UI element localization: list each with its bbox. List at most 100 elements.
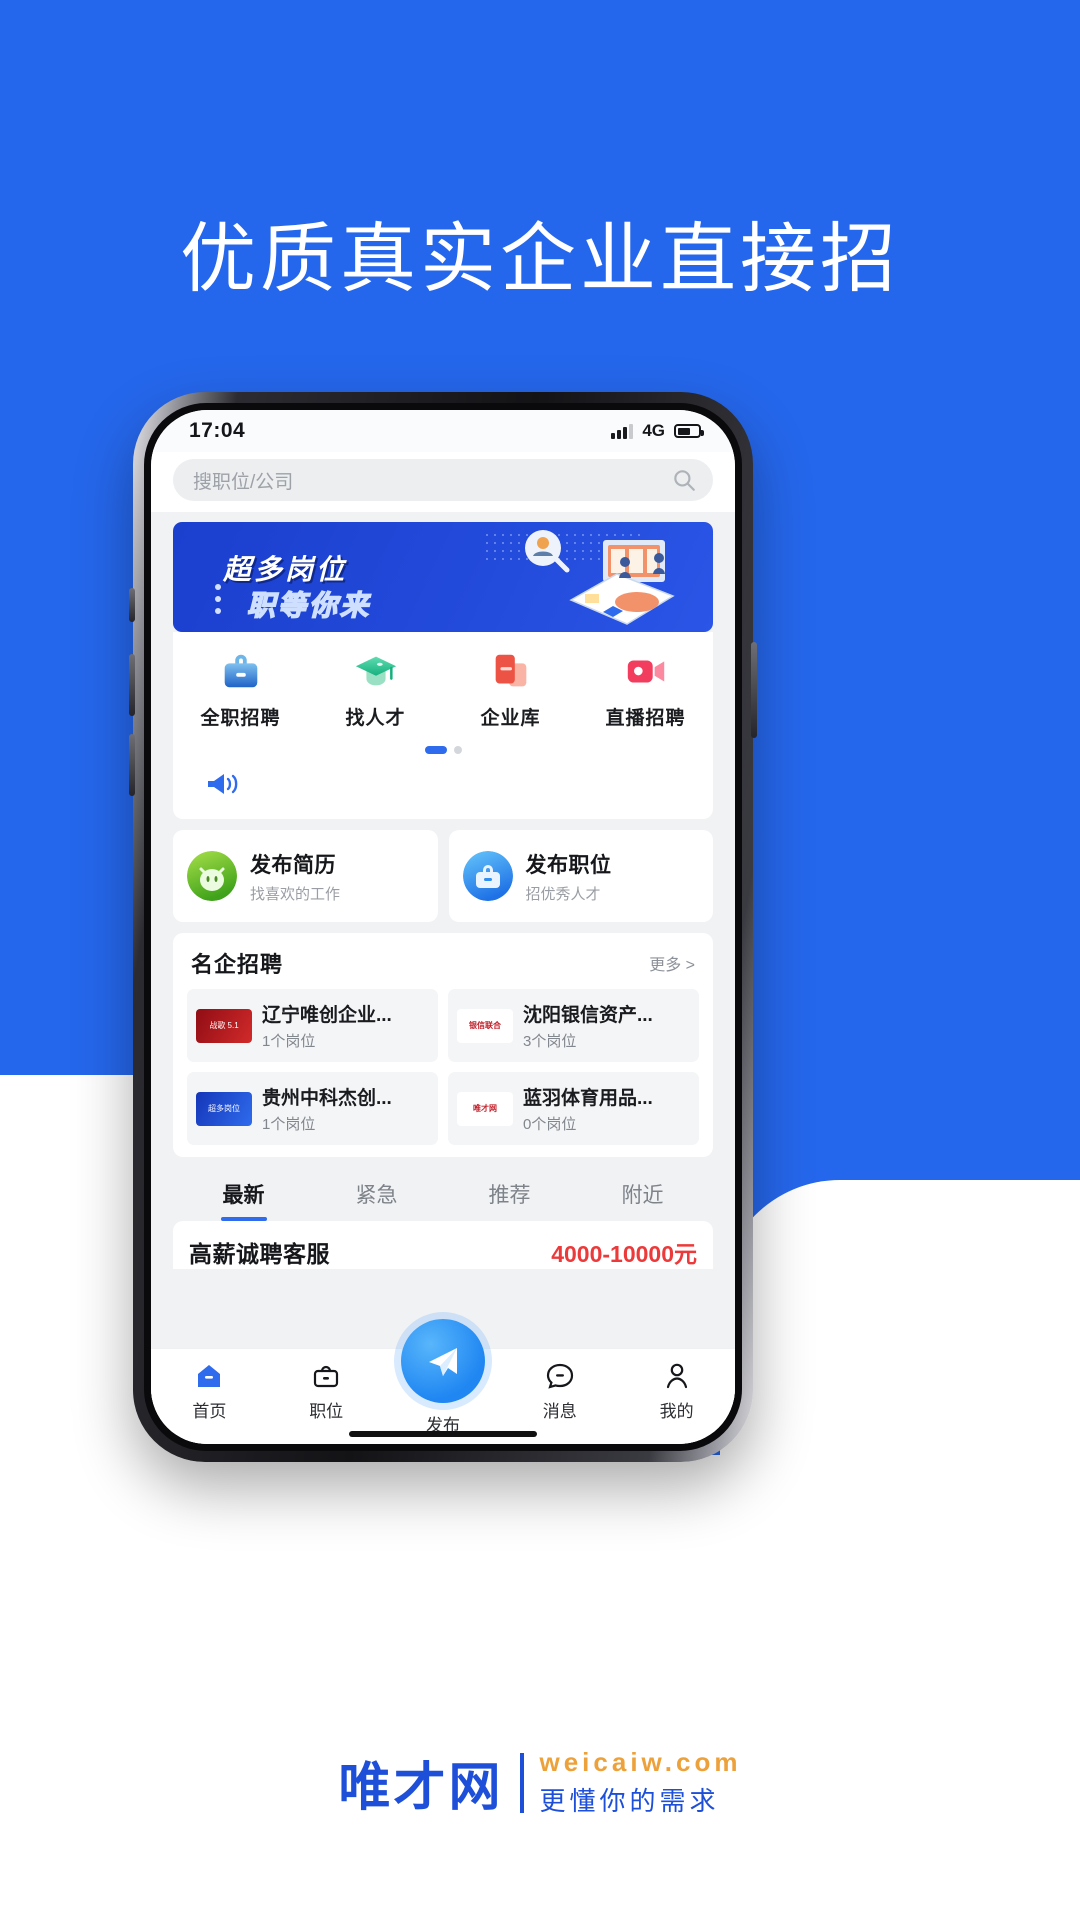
company-meta: 蓝羽体育用品... 0个岗位 [523,1083,653,1134]
job-filter-tabs: 最新 紧急 推荐 附近 [151,1169,735,1221]
quick-links-card: 全职招聘 找人才 企业库 直播招聘 [173,632,713,819]
post-job-briefcase-icon [462,851,513,901]
company-meta: 辽宁唯创企业... 1个岗位 [262,1000,392,1051]
more-link[interactable]: 更多 > [649,951,695,975]
person-icon [666,1363,687,1389]
tab-latest[interactable]: 最新 [177,1179,310,1221]
brand-slogan: 更懂你的需求 [539,1786,720,1816]
job-list: 高薪诚聘客服 4000-10000元 [173,1221,713,1269]
action-card-post-job[interactable]: 发布职位 招优秀人才 [448,830,713,922]
resume-pig-icon [187,851,237,901]
search-placeholder: 搜职位/公司 [193,471,294,493]
company-logo: 超多岗位 [196,1091,252,1126]
quick-link-full-time[interactable]: 全职招聘 [173,648,308,730]
phone-screen: 17:04 4G 搜职位/公司 超多岗位 职等你来 全职招聘 找人才 企业库 直… [151,410,735,1444]
page-headline: 优质真实企业直接招 [180,217,900,302]
company-meta: 沈阳银信资产... 3个岗位 [523,1000,653,1051]
nav-label: 职位 [309,1402,344,1421]
quick-link-label: 企业库 [480,708,541,729]
section-title: 名企招聘 [191,952,284,977]
tab-label: 推荐 [488,1184,531,1207]
battery-icon [674,424,704,438]
company-job-count: 0个岗位 [523,1116,577,1133]
action-cards: 发布简历 找喜欢的工作 发布职位 招优秀人才 [173,830,713,922]
nav-label: 我的 [659,1402,694,1421]
famous-company-grid: 战歌 5.1 辽宁唯创企业... 1个岗位 银信联合 沈阳银信资产... 3个岗… [187,989,699,1145]
home-indicator [349,1431,537,1437]
company-job-count: 1个岗位 [262,1116,316,1133]
nav-item-home[interactable]: 首页 [151,1361,268,1422]
bottom-navigation: 首页 职位 发布 消息 我的 [151,1319,735,1444]
phone-button-mute [129,588,135,622]
company-card[interactable]: 银信联合 沈阳银信资产... 3个岗位 [448,989,699,1062]
tab-label: 附近 [621,1184,664,1207]
megaphone-icon [208,774,238,794]
promo-banner[interactable]: 超多岗位 职等你来 [173,522,713,632]
app-scroll-body[interactable]: 超多岗位 职等你来 全职招聘 找人才 企业库 直播招聘 发布简历 找喜欢的工作 … [151,512,735,1444]
action-card-post-resume[interactable]: 发布简历 找喜欢的工作 [173,830,438,922]
tab-label: 最新 [222,1184,265,1207]
company-meta: 贵州中科杰创... 1个岗位 [262,1083,392,1134]
nav-label: 首页 [192,1402,227,1421]
tab-urgent[interactable]: 紧急 [310,1179,443,1221]
tab-recommended[interactable]: 推荐 [443,1179,576,1221]
nav-item-profile[interactable]: 我的 [618,1361,735,1422]
action-card-title: 发布简历 [250,853,336,877]
carousel-dot-active[interactable] [424,746,447,754]
phone-bezel: 17:04 4G 搜职位/公司 超多岗位 职等你来 全职招聘 找人才 企业库 直… [144,403,742,1451]
company-name: 沈阳银信资产... [523,1005,653,1026]
live-video-icon [627,660,664,683]
quick-link-company-library[interactable]: 企业库 [443,648,578,730]
tab-label: 紧急 [355,1184,398,1207]
carousel-indicator[interactable] [173,730,713,764]
action-card-subtitle: 找喜欢的工作 [250,885,341,903]
job-title: 高薪诚聘客服 [189,1241,330,1267]
quick-links-row: 全职招聘 找人才 企业库 直播招聘 [173,648,713,730]
brand-url: weicaiw.com [539,1747,742,1777]
search-input[interactable]: 搜职位/公司 [173,459,713,501]
quick-link-label: 全职招聘 [200,708,281,729]
network-type-label: 4G [642,421,665,440]
company-job-count: 1个岗位 [262,1033,316,1050]
publish-fab-button[interactable] [400,1319,485,1403]
recruit-illustration [525,530,675,625]
company-name: 贵州中科杰创... [262,1088,392,1109]
search-icon[interactable] [671,467,697,493]
job-list-item[interactable]: 高薪诚聘客服 4000-10000元 [189,1235,697,1269]
notice-bar[interactable] [173,764,713,819]
nav-item-publish[interactable]: 发布 [385,1319,502,1436]
carousel-dot[interactable] [453,746,462,754]
nav-label: 消息 [542,1402,577,1421]
company-name: 蓝羽体育用品... [523,1088,653,1109]
status-time: 17:04 [189,419,246,442]
briefcase-outline-icon [314,1365,339,1388]
action-card-text: 发布职位 招优秀人才 [526,849,612,904]
company-card[interactable]: 战歌 5.1 辽宁唯创企业... 1个岗位 [187,989,438,1062]
company-card[interactable]: 唯才网 蓝羽体育用品... 0个岗位 [448,1072,699,1145]
message-icon [546,1363,573,1389]
job-salary: 4000-10000元 [551,1241,697,1267]
company-name: 辽宁唯创企业... [262,1005,392,1026]
background-shape-bottom [0,1455,1080,1920]
action-card-title: 发布职位 [525,853,612,877]
company-card[interactable]: 超多岗位 贵州中科杰创... 1个岗位 [187,1072,438,1145]
status-indicators: 4G [611,421,704,441]
company-job-count: 3个岗位 [523,1033,577,1050]
phone-mockup: 17:04 4G 搜职位/公司 超多岗位 职等你来 全职招聘 找人才 企业库 直… [129,392,757,1462]
quick-link-find-talent[interactable]: 找人才 [308,648,443,730]
quick-link-live-recruit[interactable]: 直播招聘 [578,648,713,730]
nav-item-jobs[interactable]: 职位 [268,1361,385,1422]
status-bar: 17:04 4G [151,410,735,452]
banner-line-1: 超多岗位 [223,554,348,585]
famous-companies-section: 名企招聘 更多 > 战歌 5.1 辽宁唯创企业... 1个岗位 银信联合 沈阳银… [173,933,713,1157]
home-icon [198,1365,221,1387]
graduation-cap-icon [355,656,396,686]
nav-item-messages[interactable]: 消息 [501,1361,618,1422]
banner-line-2: 职等你来 [246,589,372,621]
phone-button-power [751,642,757,738]
quick-link-label: 找人才 [345,708,406,729]
famous-header: 名企招聘 更多 > [187,947,699,989]
brand-text-column: weicaiw.com 更懂你的需求 [540,1747,742,1818]
brand-divider [519,1752,524,1813]
tab-nearby[interactable]: 附近 [576,1179,709,1221]
